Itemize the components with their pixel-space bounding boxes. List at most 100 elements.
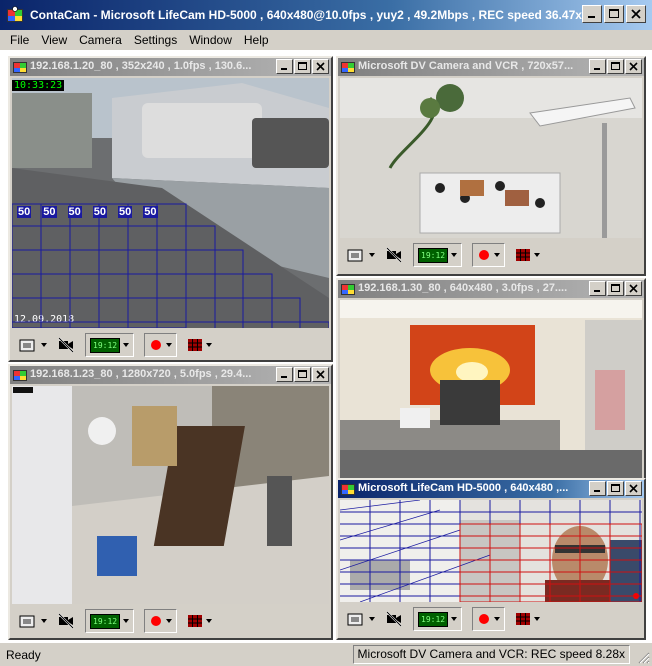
camera-off-icon xyxy=(386,247,402,263)
child-minimize-button[interactable] xyxy=(276,367,293,382)
child-close-button[interactable] xyxy=(312,367,329,382)
grid-icon xyxy=(188,339,203,351)
clock-icon: 19:12 xyxy=(418,611,449,627)
menu-file[interactable]: File xyxy=(4,30,35,50)
record-icon xyxy=(479,614,490,624)
child-maximize-button[interactable] xyxy=(294,59,311,74)
app-title-bar[interactable]: ContaCam - Microsoft LifeCam HD-5000 , 6… xyxy=(0,0,652,30)
camera-window-5-title: Microsoft LifeCam HD-5000 , 640x480 ,... xyxy=(358,482,569,494)
camera-record-button[interactable] xyxy=(472,243,506,267)
clock-icon: 19:12 xyxy=(418,247,449,263)
camera-window-2-title-bar[interactable]: Microsoft DV Camera and VCR , 720x57... xyxy=(338,58,644,76)
resize-grip-icon[interactable] xyxy=(636,650,650,664)
camera-video-feed[interactable] xyxy=(12,386,329,604)
menu-camera[interactable]: Camera xyxy=(73,30,128,50)
camera-window-1-title-bar[interactable]: 192.168.1.20_80 , 352x240 , 1.0fps , 130… xyxy=(10,58,331,76)
camera-clock-button[interactable]: 19:12 xyxy=(85,609,135,633)
motion-zone-label: 50 xyxy=(17,206,32,218)
camera-window-1-title: 192.168.1.20_80 , 352x240 , 1.0fps , 130… xyxy=(30,60,252,72)
menu-settings[interactable]: Settings xyxy=(128,30,183,50)
menu-window[interactable]: Window xyxy=(183,30,238,50)
camera-video-feed[interactable] xyxy=(340,500,642,602)
camera-window-3-title: 192.168.1.30_80 , 640x480 , 3.0fps , 27.… xyxy=(358,282,568,294)
camera-toolbar: 19:12 xyxy=(340,240,541,270)
child-close-button[interactable] xyxy=(625,59,642,74)
camera-mute-button[interactable] xyxy=(57,609,75,633)
child-close-button[interactable] xyxy=(625,481,642,496)
minimize-button[interactable] xyxy=(582,5,602,23)
maximize-icon xyxy=(611,484,620,492)
camera-mute-button[interactable] xyxy=(385,607,403,631)
menu-view[interactable]: View xyxy=(35,30,73,50)
motion-zone-label: 50 xyxy=(92,206,107,218)
camera-detection-grid-button[interactable] xyxy=(187,333,213,357)
camera-off-icon xyxy=(58,613,74,629)
settings-icon xyxy=(19,615,35,628)
camera-toolbar: 19:12 xyxy=(12,606,213,636)
child-minimize-button[interactable] xyxy=(589,481,606,496)
child-maximize-button[interactable] xyxy=(607,481,624,496)
camera-settings-button[interactable] xyxy=(18,609,47,633)
close-icon xyxy=(631,9,641,19)
camera-toolbar: 19:12 xyxy=(340,604,541,634)
child-minimize-button[interactable] xyxy=(589,59,606,74)
camera-settings-button[interactable] xyxy=(346,243,375,267)
camera-detection-grid-button[interactable] xyxy=(515,607,541,631)
camera-settings-button[interactable] xyxy=(18,333,47,357)
video-frame xyxy=(340,78,642,238)
minimize-icon xyxy=(588,16,595,18)
maximize-icon xyxy=(611,284,620,292)
close-icon xyxy=(629,62,638,71)
camera-window-1[interactable]: 192.168.1.20_80 , 352x240 , 1.0fps , 130… xyxy=(8,56,333,362)
menu-bar: File View Camera Settings Window Help xyxy=(0,30,652,50)
camera-window-4-title-bar[interactable]: 192.168.1.23_80 , 1280x720 , 5.0fps , 29… xyxy=(10,366,331,384)
camera-clock-button[interactable]: 19:12 xyxy=(413,607,463,631)
camera-mute-button[interactable] xyxy=(57,333,75,357)
motion-zone-label: 50 xyxy=(67,206,82,218)
child-close-button[interactable] xyxy=(625,281,642,296)
close-icon xyxy=(316,62,325,71)
camera-window-5[interactable]: Microsoft LifeCam HD-5000 , 640x480 ,... xyxy=(336,478,646,640)
child-minimize-button[interactable] xyxy=(589,281,606,296)
camera-video-feed[interactable] xyxy=(340,78,642,238)
contacam-logo-icon xyxy=(7,6,23,22)
clock-icon: 19:12 xyxy=(90,337,121,353)
camera-window-2-title: Microsoft DV Camera and VCR , 720x57... xyxy=(358,60,574,72)
camera-window-4-title: 192.168.1.23_80 , 1280x720 , 5.0fps , 29… xyxy=(30,368,252,380)
grid-icon xyxy=(188,615,203,627)
child-maximize-button[interactable] xyxy=(294,367,311,382)
minimize-icon xyxy=(281,68,287,70)
close-icon xyxy=(629,484,638,493)
camera-logo-icon xyxy=(341,284,355,295)
camera-window-2[interactable]: Microsoft DV Camera and VCR , 720x57... xyxy=(336,56,646,276)
child-maximize-button[interactable] xyxy=(607,281,624,296)
camera-window-3-title-bar[interactable]: 192.168.1.30_80 , 640x480 , 3.0fps , 27.… xyxy=(338,280,644,298)
maximize-icon xyxy=(609,9,619,18)
record-icon xyxy=(151,340,162,350)
camera-record-button[interactable] xyxy=(144,333,178,357)
osd-timestamp xyxy=(13,387,33,393)
camera-window-5-title-bar[interactable]: Microsoft LifeCam HD-5000 , 640x480 ,... xyxy=(338,480,644,498)
close-button[interactable] xyxy=(626,5,646,23)
child-minimize-button[interactable] xyxy=(276,59,293,74)
close-icon xyxy=(629,284,638,293)
camera-window-4[interactable]: 192.168.1.23_80 , 1280x720 , 5.0fps , 29… xyxy=(8,364,333,640)
camera-detection-grid-button[interactable] xyxy=(187,609,213,633)
record-icon xyxy=(479,250,490,260)
camera-mute-button[interactable] xyxy=(385,243,403,267)
camera-clock-button[interactable]: 19:12 xyxy=(413,243,463,267)
minimize-icon xyxy=(594,68,600,70)
camera-record-button[interactable] xyxy=(144,609,178,633)
child-maximize-button[interactable] xyxy=(607,59,624,74)
menu-help[interactable]: Help xyxy=(238,30,275,50)
settings-icon xyxy=(347,249,363,262)
camera-settings-button[interactable] xyxy=(346,607,375,631)
camera-detection-grid-button[interactable] xyxy=(515,243,541,267)
camera-clock-button[interactable]: 19:12 xyxy=(85,333,135,357)
maximize-button[interactable] xyxy=(604,5,624,23)
camera-record-button[interactable] xyxy=(472,607,506,631)
camera-video-feed[interactable] xyxy=(340,300,642,482)
child-close-button[interactable] xyxy=(312,59,329,74)
camera-video-feed[interactable]: 10:33:23 12.09.2018 50 50 50 50 50 50 xyxy=(12,78,329,328)
status-rec-speed: Microsoft DV Camera and VCR: REC speed 8… xyxy=(352,645,630,664)
